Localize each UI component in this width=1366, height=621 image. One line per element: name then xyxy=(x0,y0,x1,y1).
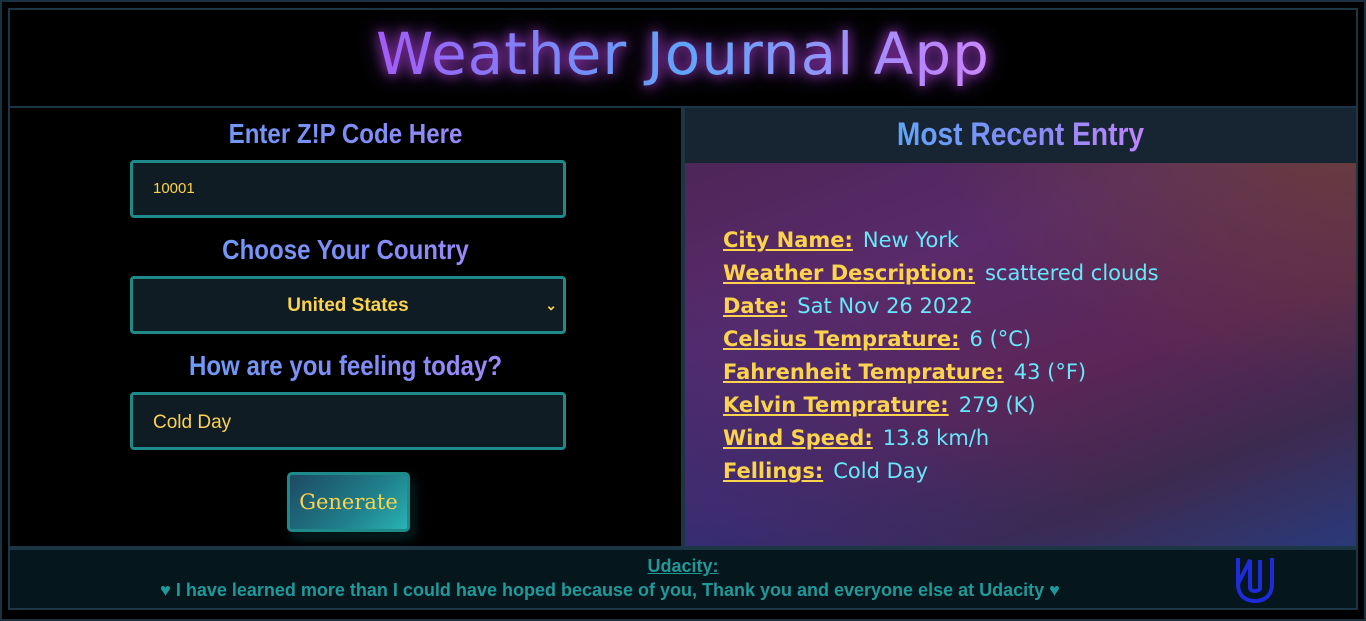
recent-entry-title: Most Recent Entry xyxy=(896,116,1145,152)
entry-fahrenheit: Fahrenheit Temprature: 43 (°F) xyxy=(723,356,1159,389)
entry-key: City Name: xyxy=(723,228,853,252)
zip-label: Enter Z!P Code Here xyxy=(57,118,634,150)
entry-value: scattered clouds xyxy=(984,261,1159,285)
entry-kelvin: Kelvin Temprature: 279 (K) xyxy=(723,389,1159,422)
zip-input[interactable]: 10001 xyxy=(130,160,566,218)
header: Weather Journal App xyxy=(8,8,1358,108)
feeling-label: How are you feeling today? xyxy=(57,350,634,382)
input-panel: Enter Z!P Code Here 10001 Choose Your Co… xyxy=(8,108,683,548)
udacity-logo-icon xyxy=(1236,558,1274,604)
footer-title-link[interactable]: Udacity: xyxy=(10,556,1356,577)
entry-key: Fahrenheit Temprature: xyxy=(723,360,1004,384)
entry-value: 279 (K) xyxy=(958,393,1036,417)
entry-feelings: Fellings: Cold Day xyxy=(723,455,1159,488)
entry-value: 43 (°F) xyxy=(1013,360,1087,384)
entry-key: Weather Description: xyxy=(723,261,975,285)
recent-entry-panel: Most Recent Entry City Name: New York Wea… xyxy=(683,108,1358,548)
entry-value: New York xyxy=(862,228,960,252)
country-select[interactable]: United States ⌄ xyxy=(130,276,566,334)
feeling-input[interactable]: Cold Day xyxy=(130,392,566,450)
country-selected-value: United States xyxy=(287,295,409,316)
entry-value: Sat Nov 26 2022 xyxy=(797,294,973,318)
entry-city: City Name: New York xyxy=(723,224,1159,257)
entry-key: Kelvin Temprature: xyxy=(723,393,949,417)
entry-wind: Wind Speed: 13.8 km/h xyxy=(723,422,1159,455)
entry-value: Cold Day xyxy=(833,459,929,483)
footer: Udacity: ♥ I have learned more than I co… xyxy=(8,548,1358,610)
entry-description: Weather Description: scattered clouds xyxy=(723,257,1159,290)
entry-celsius: Celsius Temprature: 6 (°C) xyxy=(723,323,1159,356)
generate-button[interactable]: Generate xyxy=(287,472,410,532)
entry-list: City Name: New York Weather Description: s… xyxy=(723,224,1159,488)
chevron-down-icon: ⌄ xyxy=(545,297,557,313)
footer-message: ♥ I have learned more than I could have … xyxy=(160,580,1060,600)
entry-key: Celsius Temprature: xyxy=(723,327,960,351)
entry-key: Fellings: xyxy=(723,459,824,483)
entry-date: Date: Sat Nov 26 2022 xyxy=(723,290,1159,323)
country-label: Choose Your Country xyxy=(57,234,634,266)
app-title: Weather Journal App xyxy=(10,20,1356,88)
entry-value: 13.8 km/h xyxy=(882,426,990,450)
entry-key: Date: xyxy=(723,294,788,318)
recent-entry-header: Most Recent Entry xyxy=(685,108,1356,163)
entry-value: 6 (°C) xyxy=(969,327,1032,351)
entry-key: Wind Speed: xyxy=(723,426,873,450)
